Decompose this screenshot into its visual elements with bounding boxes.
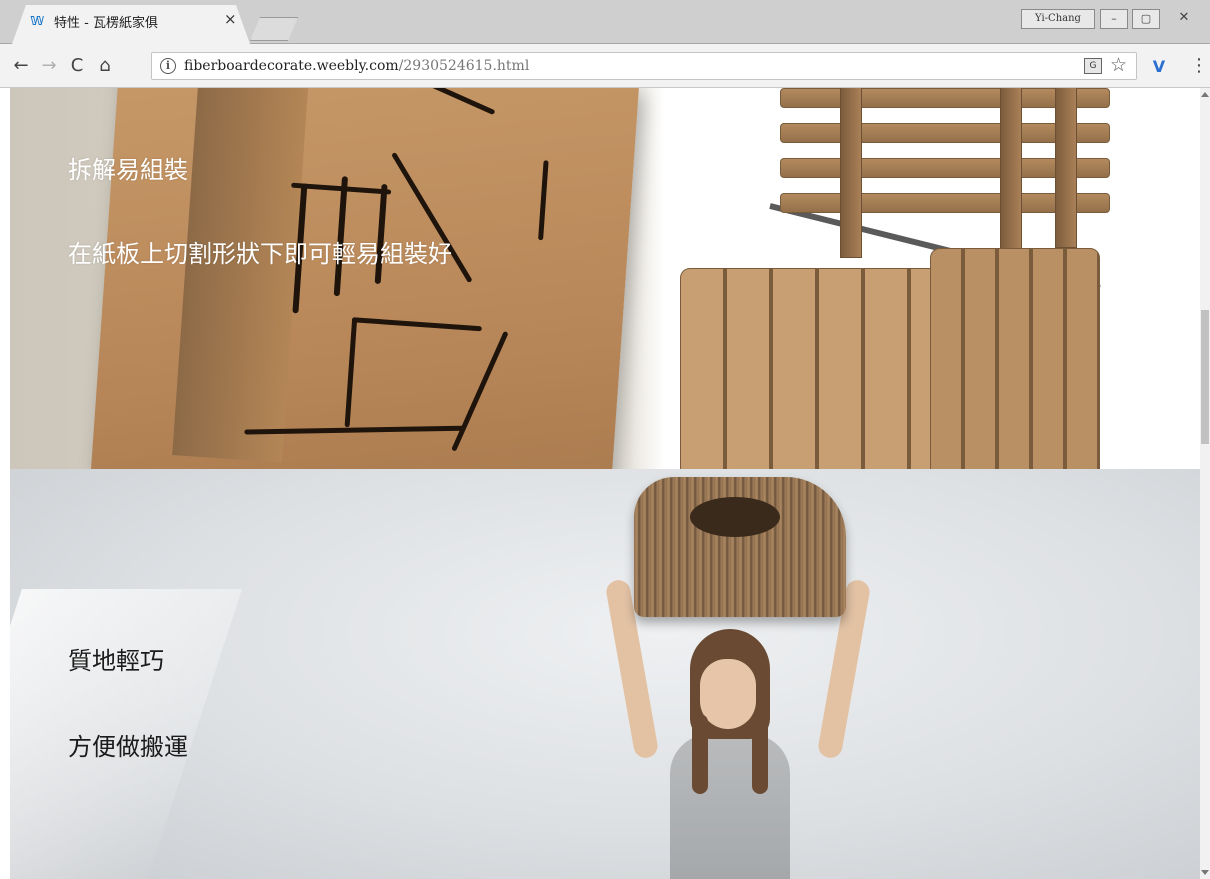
board-cut-line [538, 160, 549, 241]
girl-braid-right [752, 714, 768, 794]
forward-arrow-icon[interactable]: → [38, 56, 60, 78]
extension-icon[interactable]: V [1148, 56, 1170, 78]
url-host: fiberboardecorate.weebly.com [184, 58, 399, 74]
minimize-button[interactable]: – [1100, 9, 1128, 29]
chair-side [930, 248, 1100, 469]
scroll-up-arrow-icon[interactable] [1201, 92, 1209, 97]
address-bar[interactable]: i fiberboardecorate.weebly.com/293052461… [151, 52, 1137, 80]
page-viewport: 拆解易組裝 在紙板上切割形狀下即可輕易組裝好 質地輕巧 方便做搬運 [0, 88, 1200, 879]
scroll-down-arrow-icon[interactable] [1201, 870, 1209, 875]
menu-dots-icon[interactable]: ⋮ [1190, 56, 1208, 78]
board-cut-line [344, 317, 358, 428]
weebly-icon: 𝕨 [30, 10, 45, 29]
bookmark-star-icon[interactable]: ☆ [1110, 54, 1127, 76]
sculpture-hollow [690, 497, 780, 537]
back-arrow-icon[interactable]: ← [10, 56, 32, 78]
girl-dress [670, 734, 790, 879]
url-text[interactable]: fiberboardecorate.weebly.com/2930524615.… [184, 58, 529, 74]
translate-icon[interactable]: G [1084, 58, 1102, 74]
reload-icon[interactable]: C [66, 56, 88, 78]
info-icon[interactable]: i [160, 58, 176, 74]
url-path: /2930524615.html [398, 58, 530, 74]
feature-section-lightweight: 質地輕巧 方便做搬運 [10, 469, 1200, 879]
tab-strip: 𝕨 特性 - 瓦楞紙家俱 × Yi-Chang – ▢ ✕ [0, 0, 1210, 44]
profile-button[interactable]: Yi-Chang [1021, 9, 1095, 29]
board-cut-line [451, 330, 509, 452]
home-icon[interactable]: ⌂ [94, 56, 116, 78]
browser-toolbar: ← → C ⌂ i fiberboardecorate.weebly.com/2… [0, 44, 1210, 88]
section-text: 在紙板上切割形狀下即可輕易組裝好 [68, 240, 452, 268]
scroll-thumb[interactable] [1201, 310, 1209, 444]
board-cut-line [351, 317, 482, 332]
section-text: 方便做搬運 [68, 733, 188, 761]
new-tab-button[interactable] [250, 17, 298, 41]
tab-close-icon[interactable]: × [224, 10, 237, 28]
maximize-button[interactable]: ▢ [1132, 9, 1160, 29]
board-cut-line [420, 88, 496, 116]
page-scrollbar[interactable] [1200, 88, 1210, 879]
section-heading: 拆解易組裝 [68, 156, 188, 184]
close-window-button[interactable]: ✕ [1170, 9, 1198, 29]
cardboard-cutout-image [90, 88, 640, 469]
girl-face [700, 659, 756, 729]
girl-braid-left [692, 714, 708, 794]
board-edge [172, 88, 310, 463]
chair-post [840, 88, 862, 258]
feature-section-assembly: 拆解易組裝 在紙板上切割形狀下即可輕易組裝好 [10, 88, 1200, 469]
cardboard-chair-image [660, 88, 1130, 469]
section-heading: 質地輕巧 [68, 647, 164, 675]
tab-title: 特性 - 瓦楞紙家俱 [54, 16, 158, 31]
chair-post [1055, 88, 1077, 248]
chair-post [1000, 88, 1022, 258]
